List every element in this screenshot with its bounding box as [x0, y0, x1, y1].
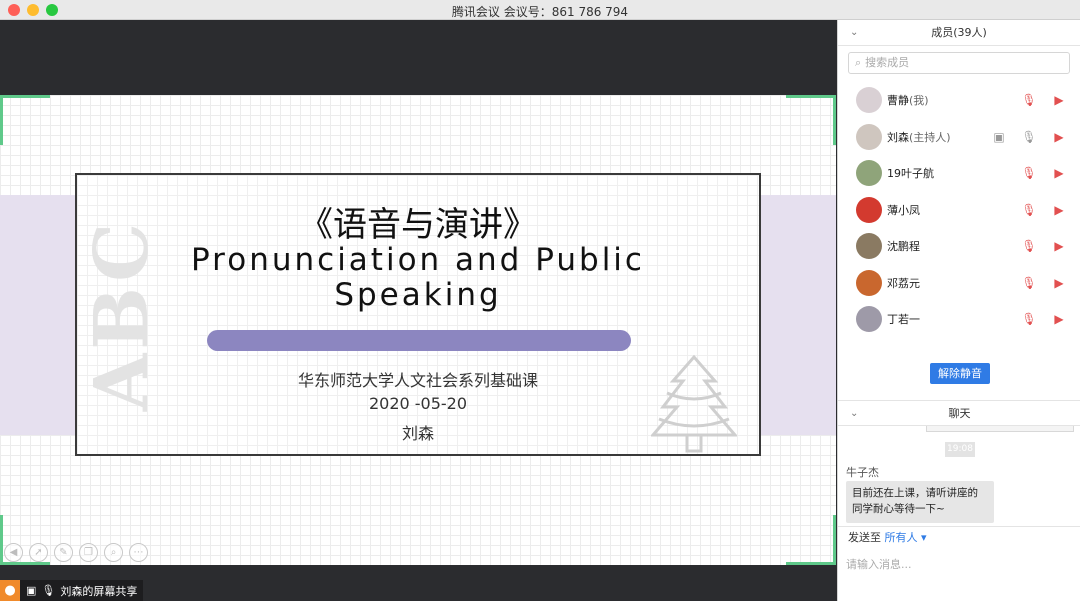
member-search-input[interactable]: ⌕ 搜索成员	[848, 52, 1070, 74]
screen-share-icon: ▣	[993, 129, 1005, 144]
avatar	[856, 196, 882, 223]
christmas-tree-icon	[651, 354, 737, 453]
zoom-icon[interactable]: ⌕	[104, 543, 123, 562]
member-name: 沈鹏程	[887, 240, 920, 254]
avatar	[856, 123, 882, 150]
mic-muted-icon[interactable]: 🎙	[1021, 93, 1037, 107]
copy-icon[interactable]: ❐	[79, 543, 98, 562]
chat-title: 聊天	[948, 407, 971, 420]
slide-title-en-line2: Speaking	[334, 277, 502, 313]
share-frame-corner	[786, 95, 836, 145]
shared-screen-area: ABC 《语音与演讲》 Pronunciation and Public Spe…	[0, 20, 836, 601]
slide-divider-bar	[207, 330, 631, 351]
avatar	[856, 306, 882, 333]
user-icon[interactable]: ●	[0, 580, 20, 601]
chat-header[interactable]: ⌄ 聊天	[838, 400, 1080, 426]
screen-share-icon: ▣	[26, 584, 37, 597]
member-row[interactable]: 19叶子航 🎙 ▶	[838, 155, 1080, 192]
mic-muted-icon[interactable]: 🎙	[1021, 276, 1037, 290]
member-controls: 🎙 ▶	[1021, 82, 1067, 119]
chat-message: 目前还在上课，请听讲座的同学耐心等待一下~	[846, 481, 994, 523]
camera-off-icon[interactable]: ▶	[1051, 239, 1067, 253]
avatar	[856, 233, 882, 260]
send-to-row: 发送至 所有人 ▾	[838, 526, 1080, 548]
mic-icon[interactable]: 🎙	[1021, 130, 1037, 144]
camera-off-icon[interactable]: ▶	[1051, 166, 1067, 180]
chat-input[interactable]: 请输入消息...	[846, 556, 912, 572]
search-placeholder: 搜索成员	[865, 56, 910, 69]
member-controls: 🎙 ▶	[1021, 265, 1067, 302]
chat-sender: 牛子杰	[846, 466, 879, 479]
share-status-bar: ● ▣ 🎙 刘森的屏幕共享	[0, 580, 144, 601]
caret-down-icon: ▾	[921, 531, 927, 544]
member-name: 刘森	[887, 130, 909, 144]
members-title: 成员(39人)	[931, 26, 987, 39]
member-row[interactable]: 刘森 (主持人) ▣ 🎙 ▶	[838, 119, 1080, 156]
member-controls: 🎙 ▶	[1021, 155, 1067, 192]
presentation-slide: ABC 《语音与演讲》 Pronunciation and Public Spe…	[75, 173, 761, 456]
member-controls: 🎙 ▶	[1021, 192, 1067, 229]
member-name: 曹静	[887, 94, 909, 108]
member-name: 薄小凤	[887, 203, 920, 217]
member-row[interactable]: 沈鹏程 🎙 ▶	[838, 228, 1080, 265]
previous-message-bubble	[926, 426, 1074, 432]
microphone-icon: 🎙	[41, 584, 56, 597]
pointer-icon[interactable]: ➚	[29, 543, 48, 562]
shared-screen-content: ABC 《语音与演讲》 Pronunciation and Public Spe…	[0, 95, 836, 565]
share-frame-corner	[786, 515, 836, 565]
mic-muted-icon[interactable]: 🎙	[1021, 166, 1037, 180]
unmute-all-button[interactable]: 解除静音	[930, 363, 990, 384]
chevron-down-icon[interactable]: ⌄	[850, 20, 858, 46]
camera-off-icon[interactable]: ▶	[1051, 312, 1067, 326]
camera-off-icon[interactable]: ▶	[1051, 93, 1067, 107]
more-icon[interactable]: ⋯	[129, 543, 148, 562]
member-tag: (我)	[909, 94, 929, 108]
member-name: 19叶子航	[887, 167, 934, 181]
member-row[interactable]: 邓荔元 🎙 ▶	[838, 265, 1080, 302]
member-tag: (主持人)	[909, 130, 951, 144]
pen-icon[interactable]: ✎	[54, 543, 73, 562]
search-icon: ⌕	[855, 56, 862, 69]
screen-share-label[interactable]: ▣ 🎙 刘森的屏幕共享	[20, 580, 144, 601]
slide-title-en: Pronunciation and Public Speaking	[77, 243, 759, 313]
member-controls: 🎙 ▶	[1021, 301, 1067, 338]
camera-off-icon[interactable]: ▶	[1051, 130, 1067, 144]
camera-off-icon[interactable]: ▶	[1051, 203, 1067, 217]
mic-muted-icon[interactable]: 🎙	[1021, 239, 1037, 253]
mic-muted-icon[interactable]: 🎙	[1021, 203, 1037, 217]
chevron-down-icon[interactable]: ⌄	[850, 401, 858, 427]
side-panel: ⌄ 成员(39人) ⌕ 搜索成员 曹静 (我) 🎙 ▶ 刘森 (主持人) ▣ 🎙 ▶ 19叶子航 🎙…	[837, 20, 1080, 601]
member-row[interactable]: 薄小凤 🎙 ▶	[838, 192, 1080, 229]
member-list: 曹静 (我) 🎙 ▶ 刘森 (主持人) ▣ 🎙 ▶ 19叶子航 🎙 ▶ 薄小凤 🎙 ▶ 沈鹏程 🎙 ▶ 邓荔元 🎙 ▶ 丁…	[838, 82, 1080, 348]
send-to-target: 所有人	[884, 531, 918, 544]
member-name: 邓荔元	[887, 276, 920, 290]
member-row[interactable]: 曹静 (我) 🎙 ▶	[838, 82, 1080, 119]
avatar	[856, 269, 882, 296]
avatar	[856, 87, 882, 114]
slide-title-en-line1: Pronunciation and Public	[191, 242, 645, 278]
window-titlebar: 腾讯会议 会议号：861 786 794	[0, 0, 1080, 20]
member-row[interactable]: 丁若一 🎙 ▶	[838, 301, 1080, 338]
window-title: 腾讯会议 会议号：861 786 794	[451, 5, 629, 19]
mic-muted-icon[interactable]: 🎙	[1021, 312, 1037, 326]
slide-title-cn: 《语音与演讲》	[299, 205, 537, 245]
annotation-toolbar: ◀ ➚ ✎ ❐ ⌕ ⋯	[4, 543, 148, 562]
member-controls: 🎙 ▶	[1021, 228, 1067, 265]
member-name: 丁若一	[887, 313, 920, 327]
member-controls: ▣ 🎙 ▶	[991, 119, 1067, 156]
share-frame-corner	[0, 95, 50, 145]
send-to-label: 发送至	[848, 531, 881, 544]
members-header[interactable]: ⌄ 成员(39人)	[838, 20, 1080, 46]
camera-off-icon[interactable]: ▶	[1051, 276, 1067, 290]
send-to-target-dropdown[interactable]: 所有人 ▾	[885, 531, 927, 544]
share-label-text: 刘森的屏幕共享	[60, 584, 138, 598]
chat-timestamp: 19:08	[945, 442, 975, 457]
prev-icon[interactable]: ◀	[4, 543, 23, 562]
avatar	[856, 160, 882, 187]
